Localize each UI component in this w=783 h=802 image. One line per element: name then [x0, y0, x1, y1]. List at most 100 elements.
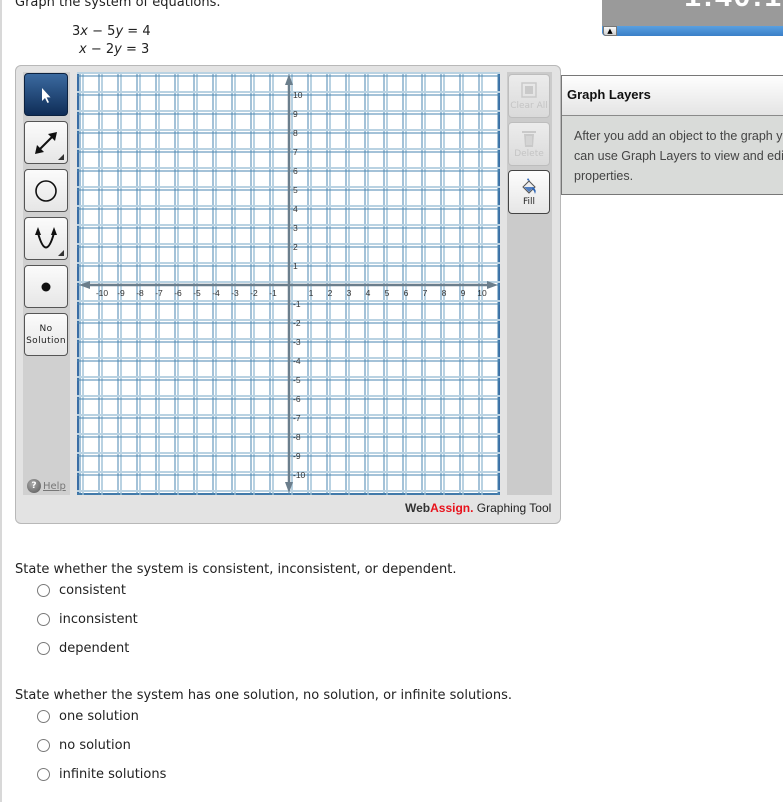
y-tick-label: -8: [293, 432, 301, 442]
pointer-arrow-icon: [42, 87, 51, 103]
y-tick-label: -9: [293, 451, 301, 461]
layers-text-line: properties.: [574, 169, 634, 183]
trash-icon: [522, 131, 536, 147]
option-consistent[interactable]: consistent: [37, 583, 126, 598]
help-label: Help: [43, 480, 66, 492]
graph-layers-description: After you add an object to the graph you…: [562, 116, 783, 186]
x-tick-label: 1: [309, 288, 314, 298]
x-tick-label: 9: [461, 288, 466, 298]
option-label: infinite solutions: [59, 767, 167, 782]
double-arrow-line-icon: [35, 131, 57, 154]
y-tick-label: 9: [293, 109, 298, 119]
brand-suffix: Graphing Tool: [473, 501, 552, 515]
option-label: dependent: [59, 641, 130, 656]
timer-bar: [602, 26, 783, 36]
y-tick-label: -5: [293, 375, 301, 385]
x-tick-label: -7: [155, 288, 163, 298]
option-one-solution[interactable]: one solution: [37, 709, 139, 724]
option-label: consistent: [59, 583, 126, 598]
point-tool-button[interactable]: [24, 265, 68, 308]
y-tick-label: -6: [293, 394, 301, 404]
brand-assign: Assign.: [430, 501, 474, 515]
x-tick-label: 3: [347, 288, 352, 298]
layers-text-line: can use Graph Layers to view and edit it…: [574, 149, 783, 163]
x-tick-label: 2: [328, 288, 333, 298]
no-solution-label-2: Solution: [26, 336, 66, 346]
line-tool-button[interactable]: [24, 121, 68, 164]
x-tick-label: 10: [477, 288, 487, 298]
graph-svg: -10 -9 -8 -7 -6 -5 -4 -3 -2 -1 1 2 3 4 5 6 7 8 9 10 10 9 8 7 6 5 4…: [77, 72, 500, 495]
help-link[interactable]: ? Help: [27, 479, 66, 493]
y-tick-label: -3: [293, 337, 301, 347]
clear-all-button[interactable]: Clear All: [508, 74, 550, 118]
y-tick-label: -1: [293, 299, 301, 309]
radio-button[interactable]: [37, 584, 50, 597]
x-tick-label: -9: [117, 288, 125, 298]
no-solution-button[interactable]: No Solution: [24, 313, 68, 356]
equation-2: x − 2y = 3: [79, 42, 150, 57]
x-tick-label: -6: [174, 288, 182, 298]
graph-layers-title: Graph Layers: [562, 76, 783, 116]
y-tick-label: -2: [293, 318, 301, 328]
x-tick-label: 6: [404, 288, 409, 298]
delete-button[interactable]: Delete: [508, 122, 550, 166]
y-tick-label: -10: [293, 470, 306, 480]
y-tick-label: 6: [293, 166, 298, 176]
timer-toggle-button[interactable]: ▲: [603, 26, 617, 36]
x-tick-label: -3: [231, 288, 239, 298]
option-label: no solution: [59, 738, 131, 753]
parabola-icon: [35, 226, 57, 248]
submenu-indicator: [58, 250, 64, 256]
x-tick-label: -10: [96, 288, 109, 298]
y-tick-label: 4: [293, 204, 298, 214]
timer-text: 1:40:1: [684, 0, 783, 14]
radio-button[interactable]: [37, 642, 50, 655]
point-icon: [41, 282, 51, 291]
delete-label: Delete: [514, 149, 544, 159]
option-inconsistent[interactable]: inconsistent: [37, 612, 138, 627]
option-no-solution[interactable]: no solution: [37, 738, 131, 753]
option-label: inconsistent: [59, 612, 138, 627]
radio-button[interactable]: [37, 613, 50, 626]
clear-all-label: Clear All: [510, 101, 548, 111]
x-tick-label: -2: [250, 288, 258, 298]
page-left-border: [0, 0, 2, 802]
clear-all-icon: [521, 82, 537, 98]
radio-button[interactable]: [37, 768, 50, 781]
x-tick-label: 7: [423, 288, 428, 298]
y-tick-label: 1: [293, 261, 298, 271]
no-solution-label-1: No: [39, 324, 53, 334]
question-prompt: Graph the system of equations.: [15, 0, 221, 10]
radio-button[interactable]: [37, 739, 50, 752]
webassign-brand: WebAssign. Graphing Tool: [405, 501, 551, 515]
submenu-indicator: [58, 154, 64, 160]
x-tick-label: -8: [136, 288, 144, 298]
x-tick-label: -1: [269, 288, 277, 298]
option-dependent[interactable]: dependent: [37, 641, 129, 656]
graph-canvas[interactable]: -10 -9 -8 -7 -6 -5 -4 -3 -2 -1 1 2 3 4 5 6 7 8 9 10 10 9 8 7 6 5 4…: [77, 72, 500, 495]
graph-layers-panel: Graph Layers After you add an object to …: [561, 75, 783, 195]
y-tick-label: 2: [293, 242, 298, 252]
x-tick-label: -4: [212, 288, 220, 298]
option-label: one solution: [59, 709, 139, 724]
brand-web: Web: [405, 501, 431, 515]
select-tool-button[interactable]: [24, 73, 68, 116]
paint-bucket-icon: [522, 178, 536, 194]
y-tick-label: -7: [293, 413, 301, 423]
x-tick-label: -5: [193, 288, 201, 298]
x-tick-label: 4: [366, 288, 371, 298]
help-icon: ?: [27, 479, 41, 493]
option-infinite-solutions[interactable]: infinite solutions: [37, 767, 166, 782]
y-tick-label: 8: [293, 128, 298, 138]
equation-1: 3x − 5y = 4: [72, 24, 151, 39]
fill-button[interactable]: Fill: [508, 170, 550, 214]
parabola-tool-button[interactable]: [24, 217, 68, 260]
x-tick-label: 5: [385, 288, 390, 298]
fill-label: Fill: [522, 197, 536, 207]
radio-button[interactable]: [37, 710, 50, 723]
y-tick-label: 10: [293, 90, 303, 100]
layers-text-line: After you add an object to the graph you: [574, 129, 783, 143]
circle-tool-button[interactable]: [24, 169, 68, 212]
timer-widget: 1:40:1 ▲: [602, 0, 783, 36]
question-consistency: State whether the system is consistent, …: [15, 562, 457, 577]
